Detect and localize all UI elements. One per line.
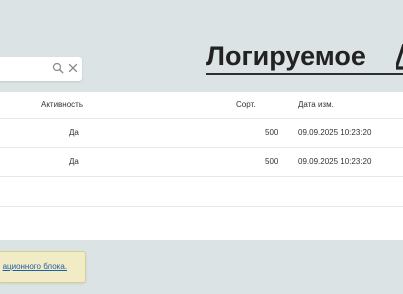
title-underline: [206, 73, 403, 75]
search-input[interactable]: [0, 57, 52, 81]
close-icon[interactable]: [67, 62, 79, 74]
column-header-sort[interactable]: Сорт.: [236, 100, 256, 110]
table-header: Активность Сорт. Дата изм.: [0, 92, 403, 119]
search-box: [0, 57, 82, 81]
title-icon: [396, 44, 403, 70]
table-footer: [0, 206, 403, 241]
cell-sort: 500: [265, 128, 279, 137]
page-title: Логируемое: [206, 41, 366, 71]
cell-date: 09.09.2025 10:23:20: [298, 128, 372, 137]
cell-active: Да: [69, 128, 79, 137]
cell-date: 09.09.2025 10:23:20: [298, 157, 372, 166]
cell-sort: 500: [265, 157, 279, 166]
table-row[interactable]: Да 500 09.09.2025 10:23:20: [0, 148, 403, 177]
notice-link[interactable]: ационного блока.: [3, 262, 67, 272]
elements-table: Активность Сорт. Дата изм. Да 500 09.09.…: [0, 92, 403, 240]
column-header-active[interactable]: Активность: [41, 100, 83, 110]
search-icon[interactable]: [52, 62, 64, 74]
info-notice: ационного блока.: [0, 251, 86, 283]
table-row[interactable]: Да 500 09.09.2025 10:23:20: [0, 119, 403, 148]
column-header-date[interactable]: Дата изм.: [298, 100, 334, 110]
cell-active: Да: [69, 157, 79, 166]
